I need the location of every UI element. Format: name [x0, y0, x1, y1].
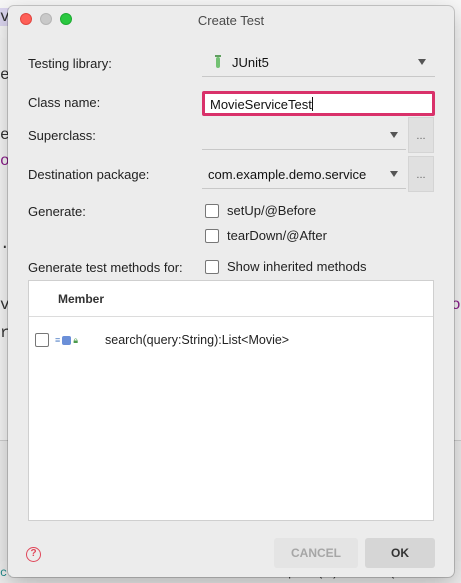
setup-checkbox[interactable]: setUp/@Before	[205, 203, 316, 218]
class-name-input[interactable]: MovieServiceTest	[202, 91, 435, 116]
show-inherited-label: Show inherited methods	[227, 259, 367, 274]
checkbox-box[interactable]	[205, 259, 219, 274]
method-icon	[62, 335, 72, 345]
divider	[202, 188, 406, 189]
text-caret	[311, 97, 313, 111]
teardown-checkbox-label: tearDown/@After	[227, 228, 327, 243]
teardown-checkbox[interactable]: tearDown/@After	[205, 228, 327, 243]
divider	[202, 76, 435, 77]
destination-package-label: Destination package:	[28, 167, 150, 182]
cancel-button[interactable]: CANCEL	[274, 538, 358, 568]
ok-button[interactable]: OK	[365, 538, 435, 568]
methods-for-label: Generate test methods for:	[28, 260, 183, 275]
setup-checkbox-label: setUp/@Before	[227, 203, 317, 218]
show-inherited-checkbox[interactable]: Show inherited methods	[205, 259, 366, 274]
title-bar: Create Test	[8, 6, 454, 34]
class-name-value: MovieServiceTest	[210, 97, 312, 112]
chevron-down-icon	[390, 171, 398, 177]
dialog-title: Create Test	[197, 13, 265, 28]
superclass-label: Superclass:	[28, 128, 96, 143]
table-header: Member	[29, 281, 433, 317]
method-signature: search(query:String):List<Movie>	[105, 333, 290, 347]
checkbox-box[interactable]	[205, 203, 219, 218]
dialog-footer: ? CANCEL OK	[8, 533, 454, 577]
testing-library-label: Testing library:	[28, 56, 112, 71]
chevron-down-icon	[390, 132, 398, 138]
divider	[202, 149, 406, 150]
superclass-browse-button[interactable]: ...	[408, 117, 434, 153]
destination-package-select[interactable]: com.example.demo.service	[202, 161, 406, 187]
checkbox-box[interactable]	[205, 228, 219, 243]
member-column-header[interactable]: Member	[58, 292, 104, 306]
member-checkbox[interactable]	[35, 333, 49, 347]
table-row[interactable]: ≡ 🔒︎ search(query:String):List<Movie>	[29, 329, 433, 351]
members-table: Member ≡ 🔒︎ search(query:String):List<Mo…	[28, 280, 434, 521]
help-icon[interactable]: ?	[26, 547, 41, 562]
method-lines-icon: ≡	[55, 335, 61, 345]
testing-library-select[interactable]: JUnit5	[202, 49, 435, 75]
lock-icon: 🔒︎	[73, 334, 79, 345]
destination-package-value: com.example.demo.service	[208, 166, 367, 182]
create-test-dialog: Create Test Testing library: JUnit5 Clas…	[8, 6, 454, 577]
testing-library-value: JUnit5	[232, 54, 269, 70]
chevron-down-icon	[418, 59, 426, 65]
test-tube-icon	[215, 55, 221, 68]
generate-label: Generate:	[28, 204, 86, 219]
superclass-select[interactable]	[202, 122, 406, 148]
destination-browse-button[interactable]: ...	[408, 156, 434, 192]
method-icons: ≡ 🔒︎	[55, 335, 105, 346]
class-name-label: Class name:	[28, 95, 101, 110]
